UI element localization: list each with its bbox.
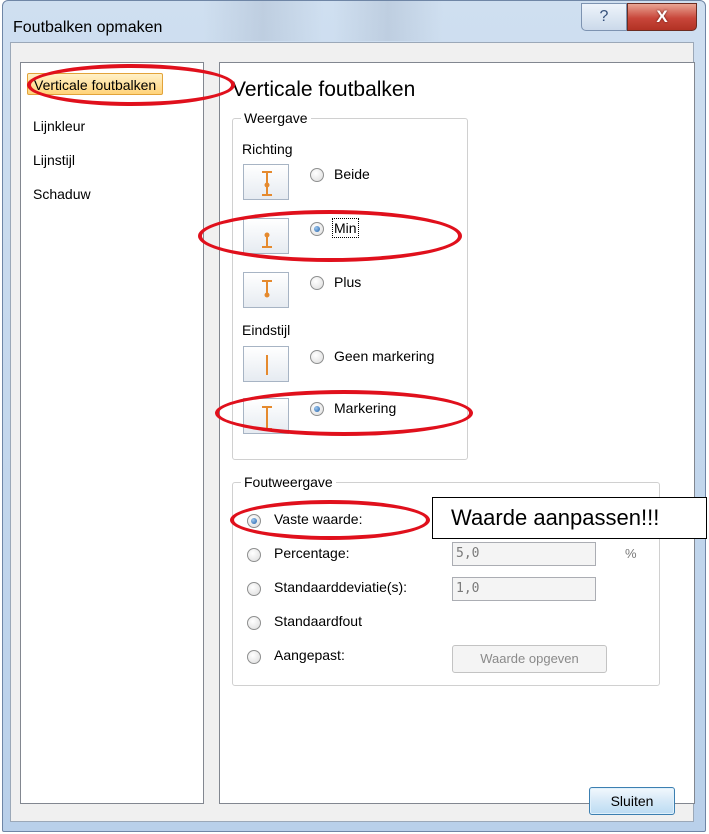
radio-aangepast[interactable]: [247, 650, 261, 664]
close-button[interactable]: Sluiten: [589, 787, 675, 815]
errorbar-both-icon[interactable]: [243, 164, 289, 200]
window-close-button[interactable]: X: [627, 3, 697, 31]
radio-richting-plus[interactable]: [310, 276, 324, 290]
title-bar-background: [203, 1, 323, 41]
sidebar-item-lijnstijl[interactable]: Lijnstijl: [27, 149, 81, 171]
percentage-input[interactable]: 5,0: [452, 542, 596, 566]
radio-richting-beide[interactable]: [310, 168, 324, 182]
page-title: Verticale foutbalken: [232, 78, 416, 101]
radio-label-beide[interactable]: Beide: [334, 166, 370, 182]
percentage-unit: %: [625, 546, 637, 561]
group-title-weergave: Weergave: [241, 109, 311, 127]
radio-label-standaarddeviatie[interactable]: Standaarddeviatie(s):: [274, 579, 407, 595]
radio-label-geen-markering[interactable]: Geen markering: [334, 348, 434, 364]
radio-eindstijl-geen[interactable]: [310, 350, 324, 364]
group-title-foutweergave: Foutweergave: [241, 473, 336, 491]
help-button[interactable]: ?: [581, 3, 627, 31]
radio-label-percentage[interactable]: Percentage:: [274, 545, 350, 561]
radio-label-plus[interactable]: Plus: [334, 274, 361, 290]
radio-eindstijl-markering[interactable]: [310, 402, 324, 416]
errorbar-cap-icon[interactable]: [243, 398, 289, 434]
richting-label: Richting: [242, 141, 293, 157]
errorbar-nocap-icon[interactable]: [243, 346, 289, 382]
window-title: Foutbalken opmaken: [13, 19, 163, 36]
sidebar-item-schaduw[interactable]: Schaduw: [27, 183, 97, 205]
specify-value-button[interactable]: Waarde opgeven: [452, 645, 607, 673]
errorbar-plus-icon[interactable]: [243, 272, 289, 308]
radio-label-aangepast[interactable]: Aangepast:: [274, 647, 345, 663]
radio-richting-min[interactable]: [310, 222, 324, 236]
annotation-callout: Waarde aanpassen!!!: [432, 497, 707, 539]
radio-standaarddeviatie[interactable]: [247, 582, 261, 596]
category-list: Verticale foutbalken Lijnkleur Lijnstijl…: [20, 62, 204, 804]
radio-percentage[interactable]: [247, 548, 261, 562]
radio-label-markering[interactable]: Markering: [334, 400, 396, 416]
errorbar-minus-icon[interactable]: [243, 218, 289, 254]
title-bar-background: [333, 1, 443, 41]
standaarddeviatie-input[interactable]: 1,0: [452, 577, 596, 601]
sidebar-item-verticale-foutbalken[interactable]: Verticale foutbalken: [27, 73, 164, 95]
radio-vaste-waarde[interactable]: [247, 514, 261, 528]
eindstijl-label: Eindstijl: [242, 322, 291, 338]
sidebar-item-lijnkleur[interactable]: Lijnkleur: [27, 115, 91, 137]
radio-label-vaste-waarde[interactable]: Vaste waarde:: [274, 511, 362, 527]
radio-standaardfout[interactable]: [247, 616, 261, 630]
radio-label-min[interactable]: Min: [332, 218, 359, 238]
radio-label-standaardfout[interactable]: Standaardfout: [274, 613, 362, 629]
